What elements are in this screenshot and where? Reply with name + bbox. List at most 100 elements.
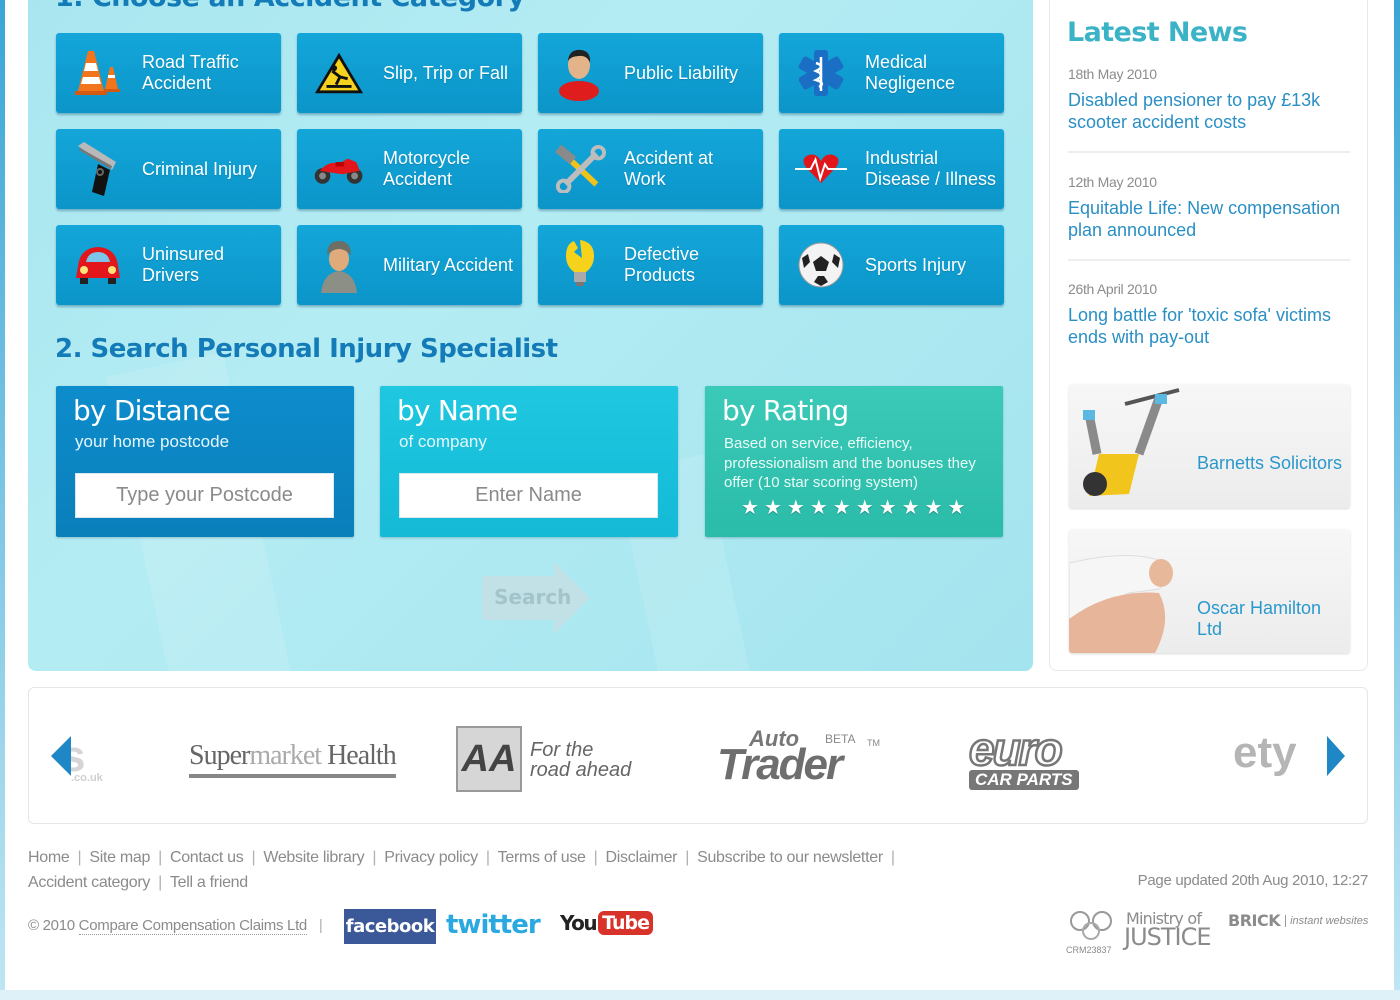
category-military-accident[interactable]: Military Accident: [297, 225, 522, 305]
separator: |: [251, 849, 256, 866]
separator: |: [372, 849, 377, 866]
star-icon[interactable]: ★: [902, 498, 920, 518]
promo-barnetts-solicitors[interactable]: Barnetts Solicitors: [1069, 384, 1350, 508]
footer-link[interactable]: Home: [28, 849, 70, 866]
partner-logo-supermarket-health[interactable]: Supermarket Health: [189, 740, 397, 778]
bandaged-hand-image: [1069, 555, 1173, 653]
search-distance-subtitle: your home postcode: [75, 432, 230, 451]
promo-oscar-hamilton[interactable]: Oscar Hamilton Ltd: [1069, 529, 1350, 653]
separator: |: [158, 849, 162, 866]
category-medical-negligence[interactable]: Medical Negligence: [779, 33, 1004, 113]
company-name-input[interactable]: [399, 473, 658, 518]
youtube-link[interactable]: You Tube: [560, 911, 654, 935]
footer-link[interactable]: Tell a friend: [170, 874, 248, 891]
category-sports-injury[interactable]: Sports Injury: [779, 225, 1004, 305]
promo-label: Barnetts Solicitors: [1197, 453, 1343, 473]
hammer-wrench-icon: [554, 143, 606, 195]
separator: |: [593, 849, 598, 866]
search-name-heading: by Name: [397, 394, 518, 427]
logo-text: Super: [189, 740, 250, 771]
star-icon[interactable]: ★: [810, 498, 828, 518]
brick-sub: instant websites: [1285, 914, 1368, 927]
search-name-subtitle: of company: [399, 432, 487, 451]
news-item: 18th May 2010 Disabled pensioner to pay …: [1068, 66, 1350, 133]
company-link[interactable]: Compare Compensation Claims Ltd: [78, 917, 307, 935]
motorcycle-icon: [313, 143, 365, 195]
category-defective-products[interactable]: Defective Products: [538, 225, 763, 305]
moj-line2: JUSTICE: [1124, 923, 1212, 951]
news-sidebar: Latest News 18th May 2010 Disabled pensi…: [1049, 0, 1368, 671]
news-headline-link[interactable]: Equitable Life: New compensation plan an…: [1068, 197, 1350, 241]
moj-code: CRM23837: [1066, 945, 1112, 955]
heart-pulse-icon: [795, 143, 847, 195]
news-headline-link[interactable]: Long battle for 'toxic sofa' victims end…: [1068, 304, 1350, 348]
news-item: 26th April 2010 Long battle for 'toxic s…: [1068, 281, 1350, 348]
main-panel: 1. Choose an Accident Category Road Traf…: [28, 0, 1033, 671]
person-icon: [554, 47, 606, 101]
footer-link[interactable]: Site map: [89, 849, 150, 866]
category-accident-at-work[interactable]: Accident at Work: [538, 129, 763, 209]
carousel-prev-arrow-icon[interactable]: [51, 736, 71, 776]
brick-instant-websites-badge[interactable]: BRICK instant websites: [1228, 911, 1368, 930]
football-icon: [795, 239, 847, 291]
search-rating-description: Based on service, efficiency, profession…: [724, 435, 976, 491]
aa-tagline: For the: [530, 739, 594, 761]
separator: |: [685, 849, 690, 866]
rating-stars[interactable]: ★ ★ ★ ★ ★ ★ ★ ★ ★ ★: [741, 498, 965, 518]
footer-link[interactable]: Contact us: [170, 849, 244, 866]
category-slip-trip-fall[interactable]: Slip, Trip or Fall: [297, 33, 522, 113]
category-road-traffic[interactable]: Road Traffic Accident: [56, 33, 281, 113]
separator: |: [158, 874, 162, 891]
footer-link[interactable]: Privacy policy: [384, 849, 478, 866]
category-motorcycle-accident[interactable]: Motorcycle Accident: [297, 129, 522, 209]
star-icon[interactable]: ★: [833, 498, 851, 518]
aa-logo-box: AA: [456, 726, 522, 792]
twitter-link[interactable]: twitter: [446, 910, 541, 940]
footer-link[interactable]: Disclaimer: [606, 849, 678, 866]
search-button[interactable]: Search: [478, 560, 593, 636]
footer-link[interactable]: Subscribe to our newsletter: [697, 849, 883, 866]
partial-logo-text: ety: [1233, 728, 1297, 777]
warning-slip-icon: [313, 47, 365, 99]
partner-logo-partial-right[interactable]: ety: [1233, 728, 1297, 778]
aa-tagline: road ahead: [530, 759, 632, 781]
broken-bulb-icon: [554, 239, 606, 291]
news-headline-link[interactable]: Disabled pensioner to pay £13k scooter a…: [1068, 89, 1350, 133]
category-label: Uninsured Drivers: [142, 244, 225, 285]
star-icon[interactable]: ★: [741, 498, 759, 518]
category-criminal-injury[interactable]: Criminal Injury: [56, 129, 281, 209]
promo-label: Oscar Hamilton Ltd: [1197, 598, 1322, 639]
partner-logo-auto-trader[interactable]: Auto Trader BETA TM: [717, 726, 887, 796]
copyright-year: © 2010: [28, 917, 75, 934]
star-icon[interactable]: ★: [856, 498, 874, 518]
category-label: Motorcycle Accident: [383, 148, 471, 189]
category-industrial-disease[interactable]: Industrial Disease / Illness: [779, 129, 1004, 209]
category-label: Medical Negligence: [865, 52, 956, 93]
star-icon[interactable]: ★: [947, 498, 965, 518]
star-icon[interactable]: ★: [787, 498, 805, 518]
news-divider: [1068, 259, 1350, 261]
news-divider: [1068, 151, 1350, 153]
footer-link[interactable]: Terms of use: [498, 849, 586, 866]
soldier-icon: [313, 239, 365, 293]
page-bottom-band: [0, 990, 1400, 1000]
footer-link[interactable]: Website library: [263, 849, 364, 866]
facebook-link[interactable]: facebook: [344, 909, 436, 944]
category-uninsured-drivers[interactable]: Uninsured Drivers: [56, 225, 281, 305]
star-icon[interactable]: ★: [925, 498, 943, 518]
star-icon[interactable]: ★: [764, 498, 782, 518]
logo-text: Health: [321, 740, 397, 771]
section-title-categories: 1. Choose an Accident Category: [55, 0, 525, 13]
star-icon[interactable]: ★: [879, 498, 897, 518]
partner-logo-euro-car-parts[interactable]: euro CAR PARTS: [968, 722, 1139, 796]
postcode-input[interactable]: [75, 473, 334, 518]
carousel-next-arrow-icon[interactable]: [1327, 736, 1345, 776]
traffic-cone-icon: [72, 47, 124, 99]
search-by-distance-panel: by Distance your home postcode: [56, 386, 354, 537]
separator: |: [485, 849, 490, 866]
separator: |: [318, 917, 323, 934]
category-public-liability[interactable]: Public Liability: [538, 33, 763, 113]
footer-link[interactable]: Accident category: [28, 874, 150, 891]
partner-logo-aa[interactable]: AA For the road ahead: [456, 726, 631, 792]
page-updated-text: Page updated 20th Aug 2010, 12:27: [1137, 872, 1369, 889]
